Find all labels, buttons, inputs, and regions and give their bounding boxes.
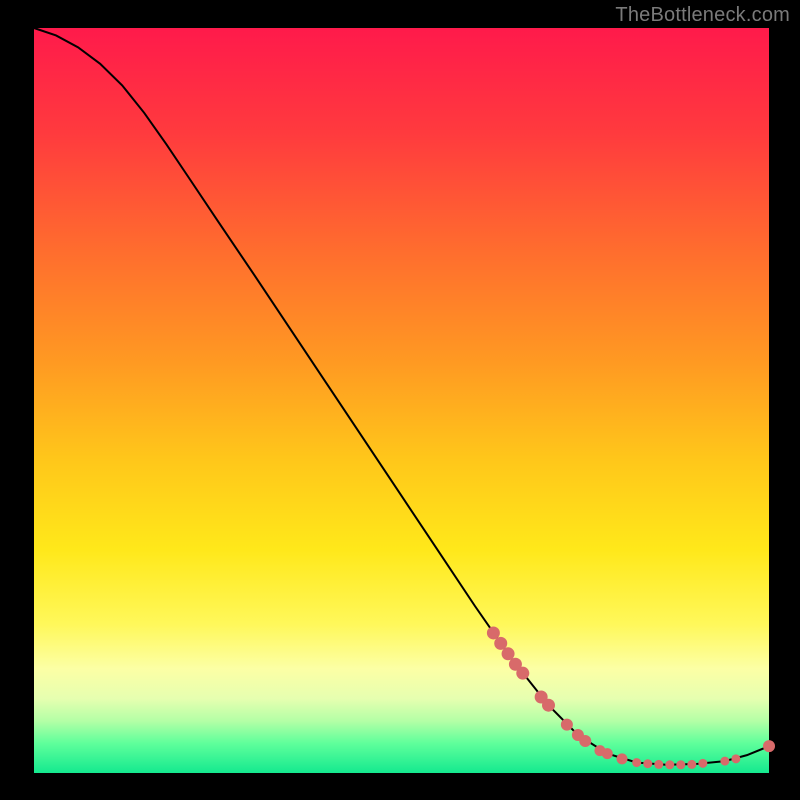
data-marker [763, 740, 775, 752]
data-marker [698, 759, 707, 768]
data-marker [731, 754, 740, 763]
data-marker [502, 647, 515, 660]
plot-background [34, 28, 769, 773]
data-marker [617, 753, 628, 764]
data-marker [632, 758, 641, 767]
data-marker [487, 626, 500, 639]
data-marker [516, 667, 529, 680]
data-marker [561, 719, 573, 731]
data-marker [665, 760, 674, 769]
data-marker [643, 759, 652, 768]
data-marker [720, 757, 729, 766]
data-marker [687, 760, 696, 769]
data-marker [676, 760, 685, 769]
data-marker [654, 760, 663, 769]
data-marker [602, 748, 613, 759]
data-marker [494, 637, 507, 650]
data-marker [542, 699, 555, 712]
chart-svg [0, 0, 800, 800]
watermark-text: TheBottleneck.com [615, 4, 790, 27]
data-marker [579, 735, 591, 747]
chart-container: { "watermark": "TheBottleneck.com", "cha… [0, 0, 800, 800]
